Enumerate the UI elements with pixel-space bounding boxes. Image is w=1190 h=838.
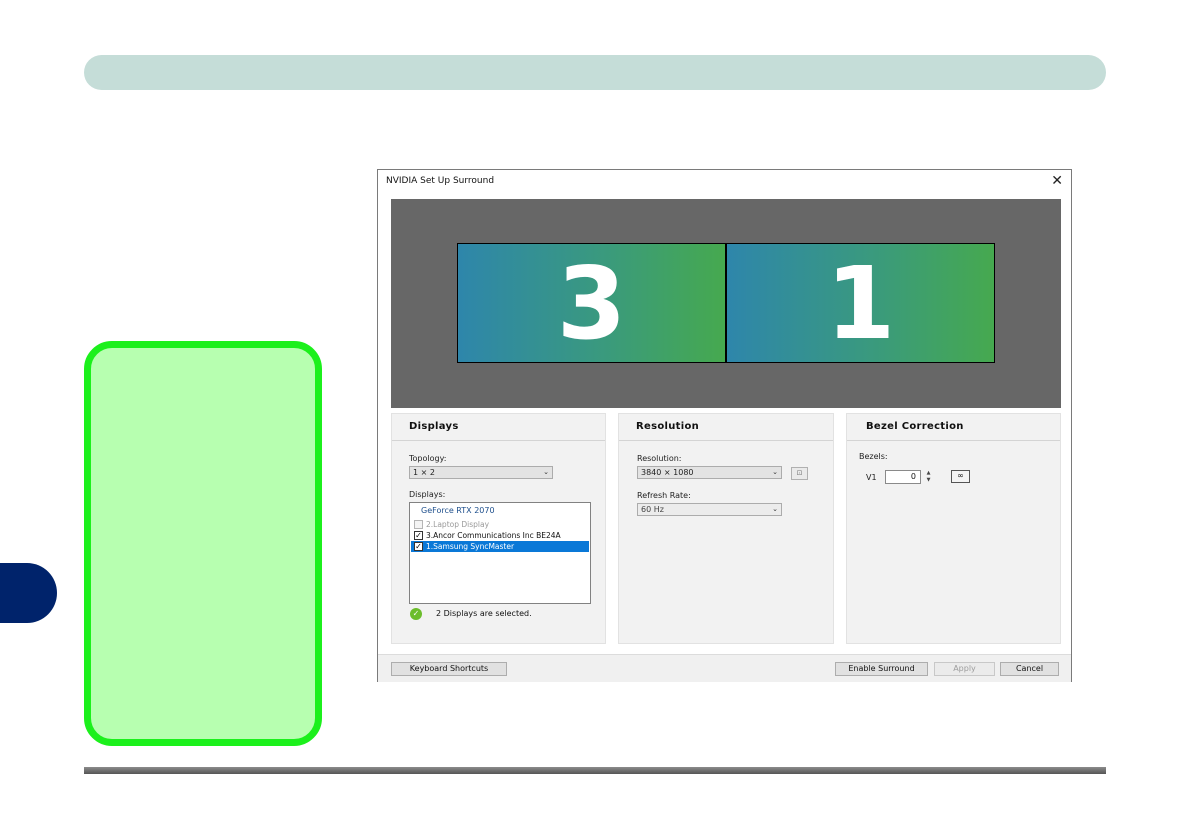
footer-rule [84, 767, 1106, 774]
list-item[interactable]: ✓ 3.Ancor Communications Inc BE24A [411, 530, 589, 541]
nvidia-surround-dialog: NVIDIA Set Up Surround ✕ 3 1 Displays To… [377, 169, 1072, 682]
resolution-select[interactable]: 3840 × 1080 ⌄ [637, 466, 782, 479]
monitor-tile-3[interactable]: 3 [457, 243, 726, 363]
chevron-down-icon: ⌄ [772, 468, 778, 476]
resolution-label: Resolution: [637, 454, 682, 463]
page-header-bar [84, 55, 1106, 90]
refresh-rate-value: 60 Hz [641, 505, 664, 514]
bezel-correction-panel: Bezel Correction Bezels: V1 0 ▲ ▼ ∞ [846, 413, 1061, 644]
chevron-down-icon: ⌄ [772, 505, 778, 513]
list-item: 2.Laptop Display [411, 519, 589, 530]
resolution-panel: Resolution Resolution: 3840 × 1080 ⌄ ⊡ R… [618, 413, 834, 644]
topology-value: 1 × 2 [413, 468, 435, 477]
check-circle-icon: ✓ [410, 608, 422, 620]
checkbox-ancor-display[interactable]: ✓ [414, 531, 423, 540]
displays-label: Displays: [409, 490, 446, 499]
gpu-name: GeForce RTX 2070 [421, 506, 495, 515]
list-item[interactable]: ✓ 1.Samsung SyncMaster [411, 541, 589, 552]
display-preview: 3 1 [391, 199, 1061, 408]
chapter-side-tab [0, 563, 57, 623]
dialog-button-bar: Keyboard Shortcuts Enable Surround Apply… [378, 654, 1071, 682]
spin-arrows-icon[interactable]: ▲ ▼ [924, 470, 933, 484]
topology-label: Topology: [409, 454, 447, 463]
link-icon[interactable]: ∞ [951, 470, 970, 483]
bezel-panel-title: Bezel Correction [847, 414, 1060, 441]
display-label: 2.Laptop Display [426, 520, 490, 529]
refresh-rate-label: Refresh Rate: [637, 491, 691, 500]
resolution-value: 3840 × 1080 [641, 468, 694, 477]
resolution-panel-title: Resolution [619, 414, 833, 441]
dialog-titlebar: NVIDIA Set Up Surround [378, 170, 1071, 194]
displays-panel-title: Displays [392, 414, 605, 441]
bezels-label: Bezels: [859, 452, 888, 461]
v1-label: V1 [866, 473, 877, 482]
refresh-rate-select[interactable]: 60 Hz ⌄ [637, 503, 782, 516]
displays-panel: Displays Topology: 1 × 2 ⌄ Displays: GeF… [391, 413, 606, 644]
enable-surround-button[interactable]: Enable Surround [835, 662, 928, 676]
checkbox-laptop-display [414, 520, 423, 529]
apply-button[interactable]: Apply [934, 662, 995, 676]
display-label: 3.Ancor Communications Inc BE24A [426, 531, 561, 540]
close-icon[interactable]: ✕ [1051, 173, 1063, 189]
custom-resolution-icon[interactable]: ⊡ [791, 467, 808, 480]
note-box [84, 341, 322, 746]
dialog-title: NVIDIA Set Up Surround [386, 176, 495, 186]
keyboard-shortcuts-button[interactable]: Keyboard Shortcuts [391, 662, 507, 676]
selection-status: 2 Displays are selected. [436, 609, 532, 618]
chevron-down-icon: ⌄ [543, 468, 549, 476]
display-label: 1.Samsung SyncMaster [426, 542, 515, 551]
displays-list[interactable]: GeForce RTX 2070 2.Laptop Display ✓ 3.An… [409, 502, 591, 604]
v1-bezel-input[interactable]: 0 [885, 470, 921, 484]
manual-page: NVIDIA Set Up Surround ✕ 3 1 Displays To… [0, 0, 1190, 838]
cancel-button[interactable]: Cancel [1000, 662, 1059, 676]
monitor-tile-1[interactable]: 1 [726, 243, 995, 363]
checkbox-samsung-display[interactable]: ✓ [414, 542, 423, 551]
topology-select[interactable]: 1 × 2 ⌄ [409, 466, 553, 479]
